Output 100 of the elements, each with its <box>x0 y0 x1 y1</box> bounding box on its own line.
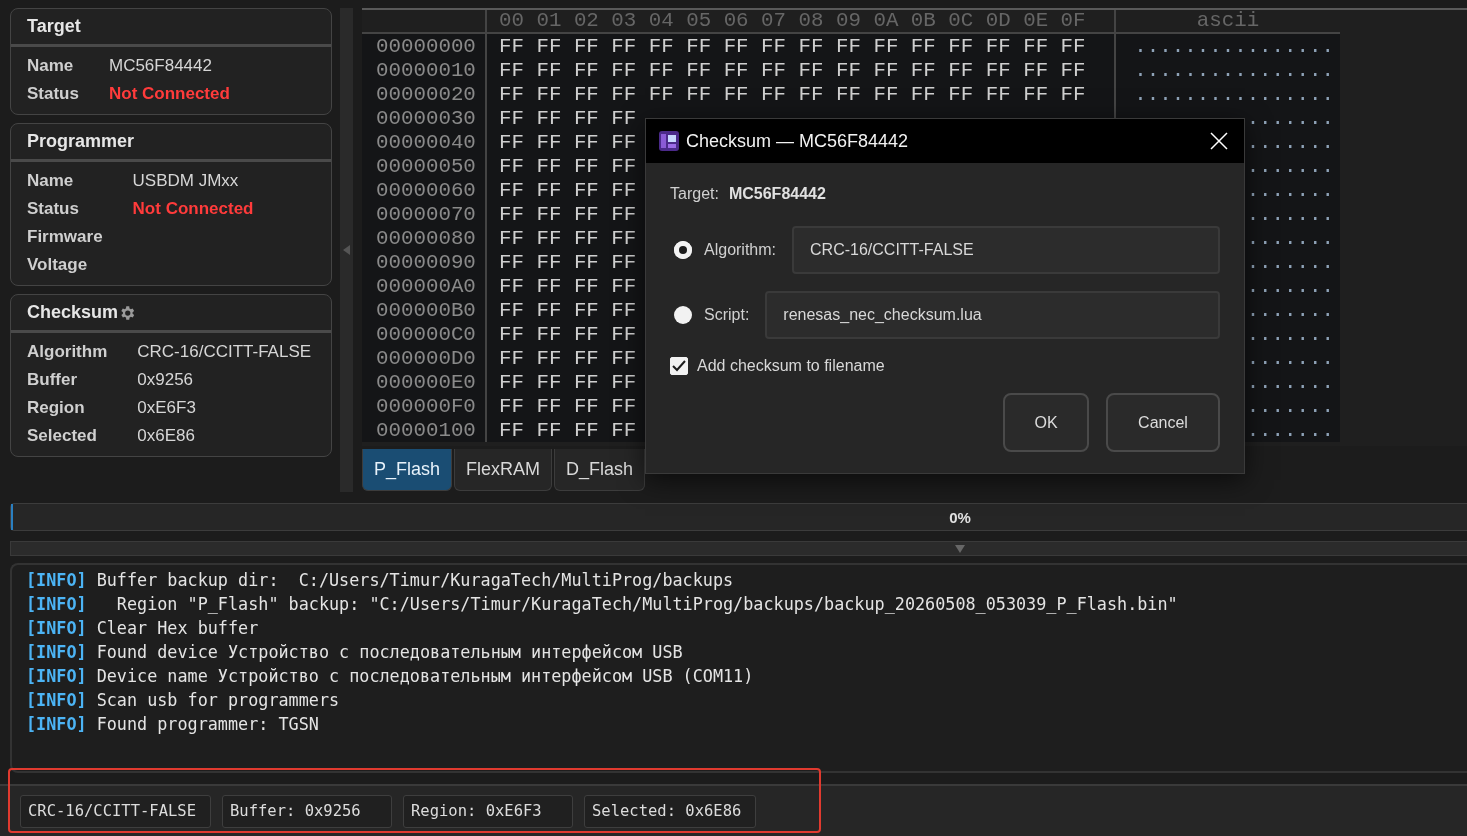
status-field: Selected: 0x6E86 <box>584 794 757 828</box>
memory-tab[interactable]: FlexRAM <box>454 449 553 491</box>
field-label: Name <box>27 170 75 192</box>
status-value: Not Connected <box>108 83 231 105</box>
address-label: 00000080 <box>375 226 476 250</box>
checkbox-label: Add checksum to filename <box>697 357 885 375</box>
panel-title: Programmer <box>27 131 135 152</box>
address-label: 000000F0 <box>375 394 476 418</box>
ascii-text: ....... <box>1246 322 1334 346</box>
hex-bytes: FF FF FF FF <box>498 154 637 178</box>
address-label: 00000100 <box>375 418 476 442</box>
memory-tab[interactable]: D_Flash <box>554 449 646 491</box>
panel-title: Target <box>27 16 81 37</box>
ascii-text: ................ <box>1134 82 1334 106</box>
hex-bytes: FF FF FF FF <box>498 322 637 346</box>
log-message: Found programmer: TGSN <box>96 713 319 736</box>
ascii-text: ................ <box>1134 58 1334 82</box>
log-tag: [INFO] <box>26 712 87 736</box>
input-field[interactable]: CRC-16/CCITT-FALSE <box>792 226 1220 274</box>
ascii-text: ....... <box>1246 226 1334 250</box>
ascii-text: ................ <box>1134 34 1334 58</box>
ascii-text: ....... <box>1246 418 1334 442</box>
option-label: Script: <box>704 306 750 324</box>
checkbox[interactable] <box>670 357 688 375</box>
app-icon <box>658 130 680 152</box>
address-label: 00000020 <box>375 82 476 106</box>
address-label: 000000D0 <box>375 346 476 370</box>
hex-bytes: FF FF FF FF <box>498 418 637 442</box>
field-value: MC56F84442 <box>108 55 213 77</box>
collapse-down-icon[interactable] <box>955 544 965 553</box>
field-value: 0xE6F3 <box>137 397 197 419</box>
log-message: Clear Hex buffer <box>96 617 259 640</box>
input-field[interactable]: renesas_nec_checksum.lua <box>765 291 1220 339</box>
hex-bytes: FF FF FF FF <box>498 226 637 250</box>
field-label: Buffer <box>27 369 79 391</box>
ascii-text: ....... <box>1246 202 1334 226</box>
log-tag: [INFO] <box>26 616 87 640</box>
field-label: Firmware <box>27 226 103 248</box>
panel-title: Checksum <box>27 302 119 323</box>
progress-label: 0% <box>949 508 971 526</box>
option-label: Algorithm: <box>704 241 777 259</box>
log-tag: [INFO] <box>26 592 87 616</box>
address-label: 000000B0 <box>375 298 476 322</box>
ascii-text: ....... <box>1246 274 1334 298</box>
log-message: Scan usb for programmers <box>96 689 340 712</box>
memory-tab[interactable]: P_Flash <box>362 449 453 491</box>
field-label: Status <box>27 83 79 105</box>
log-tag: [INFO] <box>26 568 87 592</box>
hex-bytes: FF FF FF FF FF FF FF FF FF FF FF FF FF FF FF FF <box>498 82 1086 106</box>
dialog-title: Checksum — MC56F84442 <box>686 130 910 152</box>
address-label: 000000C0 <box>375 322 476 346</box>
ascii-text: ....... <box>1246 250 1334 274</box>
radio-button[interactable] <box>674 241 692 259</box>
ascii-text: ....... <box>1246 370 1334 394</box>
address-label: 00000090 <box>375 250 476 274</box>
field-label: Algorithm <box>27 341 108 363</box>
address-label: 00000040 <box>375 130 476 154</box>
log-message: Region "P_Flash" backup: "C:/Users/Timur/KuragaTech/MultiProg/backups/backup_20260508_053039_P_Flash.bin" <box>115 593 1178 616</box>
hex-bytes: FF FF FF FF FF FF FF FF FF FF FF FF FF FF FF FF <box>498 58 1086 82</box>
column-header: 00 01 02 03 04 05 06 07 08 09 0A 0B 0C 0D 0E 0F <box>498 9 1086 32</box>
hex-bytes: FF FF FF FF <box>498 130 637 154</box>
ascii-text: ....... <box>1246 130 1334 154</box>
address-label: 00000070 <box>375 202 476 226</box>
hex-bytes: FF FF FF FF <box>498 394 637 418</box>
ascii-text: ....... <box>1246 106 1334 130</box>
address-label: 00000000 <box>375 34 476 58</box>
hex-bytes: FF FF FF FF <box>498 274 637 298</box>
field-label: Region <box>27 397 86 419</box>
field-label: Status <box>27 198 80 220</box>
ascii-text: ....... <box>1246 154 1334 178</box>
cancel-button[interactable]: Cancel <box>1106 393 1220 452</box>
log-tag: [INFO] <box>26 688 87 712</box>
ascii-text: ....... <box>1246 298 1334 322</box>
address-label: 000000A0 <box>375 274 476 298</box>
ok-button[interactable]: OK <box>1003 393 1089 452</box>
address-label: 00000010 <box>375 58 476 82</box>
hex-bytes: FF FF FF FF <box>498 106 637 130</box>
address-label: 00000060 <box>375 178 476 202</box>
hex-bytes: FF FF FF FF <box>498 250 637 274</box>
field-value: USBDM JMxx <box>132 170 240 192</box>
hex-bytes: FF FF FF FF <box>498 178 637 202</box>
hex-bytes: FF FF FF FF <box>498 298 637 322</box>
field-value: 0x6E86 <box>137 425 196 447</box>
status-value: Not Connected <box>132 198 255 220</box>
log-message: Found device Устройство с последовательным интерфейсом USB <box>96 641 683 664</box>
field-label: Voltage <box>27 254 89 276</box>
address-label: 00000050 <box>375 154 476 178</box>
ascii-text: ....... <box>1246 346 1334 370</box>
splitter-handle[interactable] <box>340 8 353 492</box>
hex-bytes: FF FF FF FF FF FF FF FF FF FF FF FF FF FF FF FF <box>498 34 1086 58</box>
radio-button[interactable] <box>674 306 692 324</box>
status-field: CRC-16/CCITT-FALSE <box>20 794 211 828</box>
status-field: Buffer: 0x9256 <box>222 794 392 828</box>
ascii-text: ....... <box>1246 178 1334 202</box>
log-tag: [INFO] <box>26 664 87 688</box>
ascii-text: ....... <box>1246 394 1334 418</box>
address-label: 00000030 <box>375 106 476 130</box>
log-tag: [INFO] <box>26 640 87 664</box>
address-label: 000000E0 <box>375 370 476 394</box>
log-message: Buffer backup dir: C:/Users/Timur/KuragaTech/MultiProg/backups <box>96 569 734 592</box>
